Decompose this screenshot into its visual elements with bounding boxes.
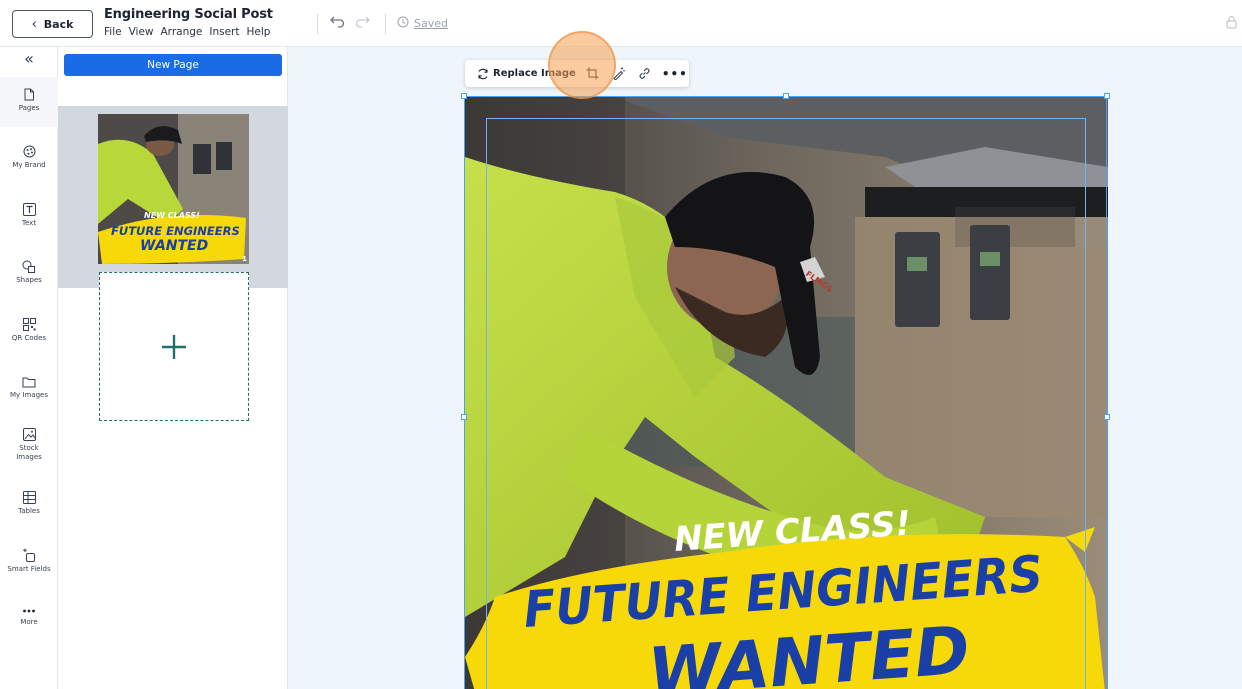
saved-label: Saved xyxy=(414,17,448,30)
replace-icon xyxy=(478,68,488,79)
design-canvas[interactable]: FLMGS NEW CLASS! FUTURE ENGINEERS WANTED… xyxy=(289,31,1242,689)
rail-item-my-images[interactable]: My Images xyxy=(0,376,58,400)
thumb-line-1: NEW CLASS! xyxy=(144,211,200,220)
thumb-line-2: FUTURE ENGINEERS xyxy=(111,224,240,238)
crop-icon[interactable] xyxy=(584,65,602,83)
resize-handle-right[interactable] xyxy=(1104,414,1110,420)
magic-wand-icon[interactable] xyxy=(610,65,628,83)
replace-image-label: Replace Image xyxy=(493,68,576,79)
rail-item-label: My Brand xyxy=(12,161,46,169)
thumb-line-3: WANTED xyxy=(140,238,208,254)
folder-icon xyxy=(22,377,36,388)
rail-item-label: Text xyxy=(21,219,37,227)
replace-image-button[interactable]: Replace Image xyxy=(477,68,576,80)
smart-field-icon xyxy=(23,548,35,562)
rail-item-label: Shapes xyxy=(16,276,42,284)
menu-file[interactable]: File xyxy=(104,26,122,38)
plus-icon xyxy=(162,334,186,359)
image-toolbar: Replace Image ••• xyxy=(465,60,689,87)
link-icon[interactable] xyxy=(636,65,654,83)
save-status[interactable]: Saved xyxy=(397,16,448,31)
collapse-panel-button[interactable]: « xyxy=(0,49,58,68)
rail-item-shapes[interactable]: Shapes xyxy=(0,260,58,285)
rail-item-pages[interactable]: Pages xyxy=(0,77,58,127)
more-options-icon[interactable]: ••• xyxy=(662,67,688,81)
add-page-button[interactable] xyxy=(99,272,249,421)
resize-handle-top-left[interactable] xyxy=(461,93,467,99)
image-icon xyxy=(22,428,36,441)
pages-panel: New Page NEW CLASS! FUTURE ENGINEERS WAN… xyxy=(58,47,288,689)
back-button[interactable]: ‹ Back xyxy=(12,10,93,38)
rail-item-label: Stock Images xyxy=(16,444,42,462)
artwork-photo: FLMGS NEW CLASS! FUTURE ENGINEERS WANTED xyxy=(465,97,1108,689)
undo-icon[interactable] xyxy=(330,14,345,32)
divider xyxy=(385,14,386,34)
page-icon xyxy=(24,88,34,101)
menu-help[interactable]: Help xyxy=(246,26,270,38)
page-number: 1 xyxy=(242,255,247,263)
resize-handle-top[interactable] xyxy=(783,93,789,99)
rail-item-stock-images[interactable]: Stock Images xyxy=(0,428,58,462)
lock-icon[interactable] xyxy=(1226,14,1237,33)
text-icon xyxy=(22,203,36,216)
palette-icon xyxy=(23,145,35,158)
rail-item-qr-codes[interactable]: QR Codes xyxy=(0,318,58,343)
more-icon xyxy=(23,609,35,613)
chevron-left-icon: ‹ xyxy=(31,16,37,32)
top-bar: ‹ Back Engineering Social Post File View… xyxy=(0,0,1242,47)
rail-item-text[interactable]: Text xyxy=(0,203,58,228)
rail-item-label: My Images xyxy=(10,391,48,399)
resize-handle-left[interactable] xyxy=(461,414,467,420)
rail-item-label: Smart Fields xyxy=(7,565,51,573)
thumbnail-preview: NEW CLASS! FUTURE ENGINEERS WANTED xyxy=(98,114,249,264)
resize-handle-top-right[interactable] xyxy=(1104,93,1110,99)
tool-rail: « Pages My Brand Text Shapes QR Codes My… xyxy=(0,47,58,689)
new-page-button[interactable]: New Page xyxy=(64,54,282,76)
page-thumbnail[interactable]: NEW CLASS! FUTURE ENGINEERS WANTED 1 xyxy=(98,114,249,264)
selected-image[interactable]: FLMGS NEW CLASS! FUTURE ENGINEERS WANTED xyxy=(465,97,1108,689)
menu-bar: File View Arrange Insert Help xyxy=(104,26,270,38)
rail-item-smart-fields[interactable]: Smart Fields xyxy=(0,548,58,574)
rail-item-label: QR Codes xyxy=(11,334,47,342)
menu-view[interactable]: View xyxy=(129,26,154,38)
rail-item-label: More xyxy=(20,618,38,626)
table-icon xyxy=(22,491,36,504)
menu-insert[interactable]: Insert xyxy=(209,26,239,38)
shapes-icon xyxy=(22,260,35,273)
clock-icon xyxy=(397,16,409,31)
document-title[interactable]: Engineering Social Post xyxy=(104,7,273,22)
rail-item-label: Tables xyxy=(18,507,40,515)
rail-item-tables[interactable]: Tables xyxy=(0,491,58,516)
qr-icon xyxy=(22,318,36,331)
rail-item-my-brand[interactable]: My Brand xyxy=(0,145,58,170)
redo-icon[interactable] xyxy=(355,14,370,32)
divider xyxy=(317,14,318,34)
rail-item-label: Pages xyxy=(18,104,40,112)
rail-item-more[interactable]: More xyxy=(0,607,58,627)
menu-arrange[interactable]: Arrange xyxy=(161,26,203,38)
back-button-label: Back xyxy=(43,17,74,31)
